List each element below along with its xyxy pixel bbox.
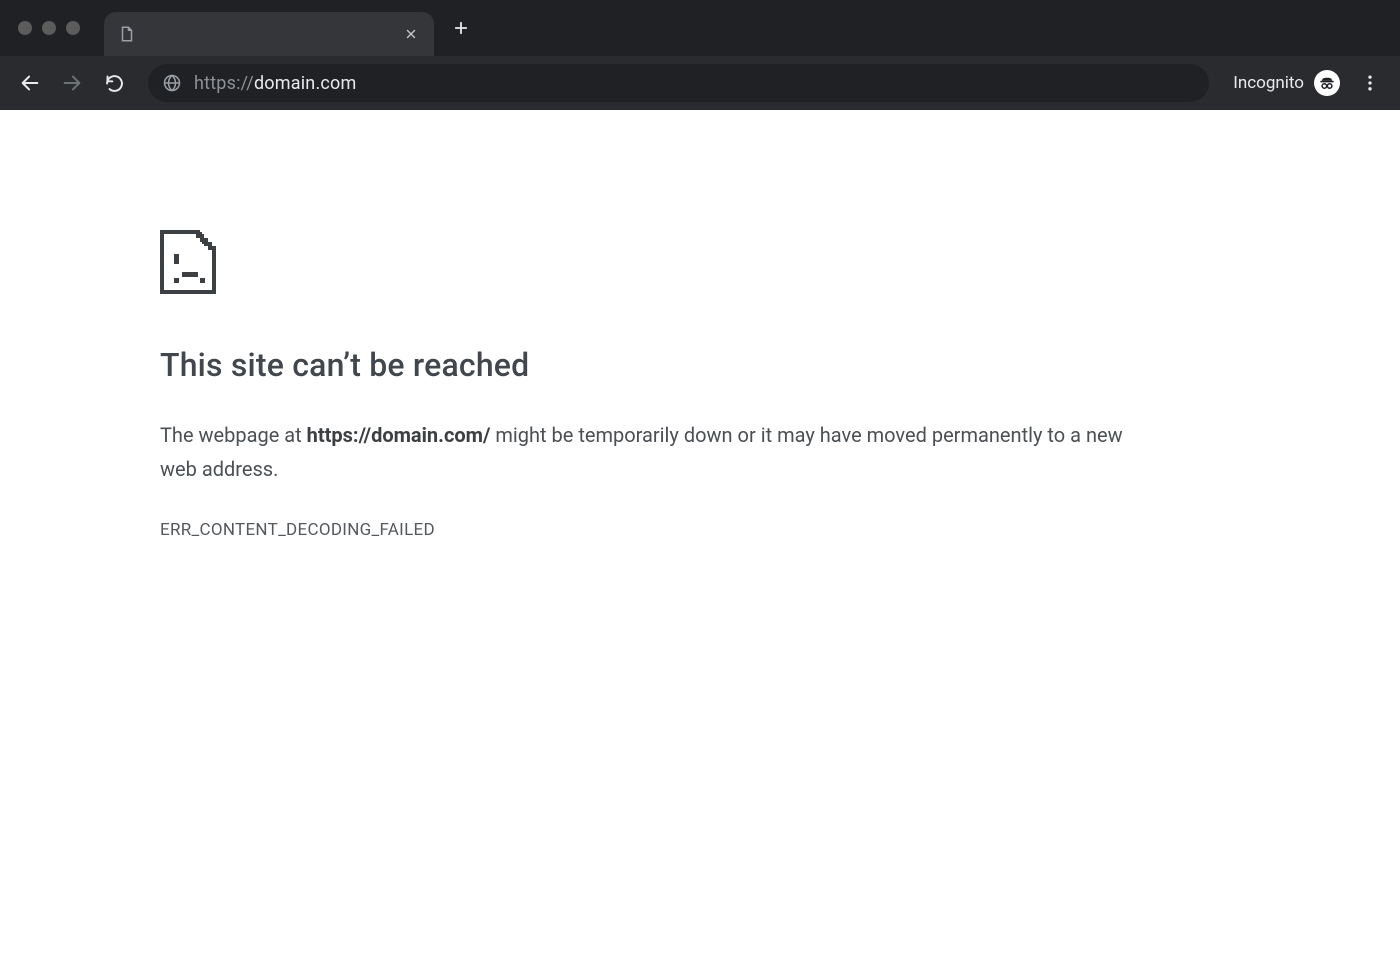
close-icon [404, 27, 418, 41]
browser-tab[interactable] [104, 12, 434, 56]
arrow-right-icon [61, 72, 83, 94]
arrow-left-icon [19, 72, 41, 94]
tab-close-button[interactable] [402, 25, 420, 43]
url-scheme: https:// [194, 73, 254, 94]
window-zoom-button[interactable] [66, 21, 80, 35]
site-info-button[interactable] [162, 73, 182, 93]
window-controls [8, 21, 94, 35]
reload-icon [104, 73, 125, 94]
browser-chrome: https://domain.com Incognito [0, 0, 1400, 110]
incognito-indicator[interactable]: Incognito [1223, 70, 1346, 96]
incognito-icon [1314, 70, 1340, 96]
globe-icon [162, 73, 182, 93]
toolbar: https://domain.com Incognito [0, 56, 1400, 110]
window-close-button[interactable] [18, 21, 32, 35]
back-button[interactable] [12, 65, 48, 101]
error-desc-url: https://domain.com/ [307, 423, 491, 447]
tab-strip [0, 0, 1400, 56]
forward-button[interactable] [54, 65, 90, 101]
new-tab-button[interactable] [444, 11, 478, 45]
error-code: ERR_CONTENT_DECODING_FAILED [160, 520, 1400, 540]
error-desc-prefix: The webpage at [160, 423, 307, 447]
tab-favicon-page-icon [118, 25, 136, 43]
url-text: https://domain.com [194, 73, 356, 94]
sad-page-icon [160, 230, 220, 296]
browser-menu-button[interactable] [1352, 65, 1388, 101]
address-bar[interactable]: https://domain.com [148, 64, 1209, 102]
incognito-label: Incognito [1233, 73, 1304, 93]
plus-icon [452, 19, 470, 37]
error-heading: This site can’t be reached [160, 346, 1400, 384]
reload-button[interactable] [96, 65, 132, 101]
window-minimize-button[interactable] [42, 21, 56, 35]
kebab-menu-icon [1360, 73, 1380, 93]
url-host: domain.com [254, 73, 357, 94]
error-page: This site can’t be reached The webpage a… [0, 110, 1400, 540]
error-description: The webpage at https://domain.com/ might… [160, 418, 1160, 486]
